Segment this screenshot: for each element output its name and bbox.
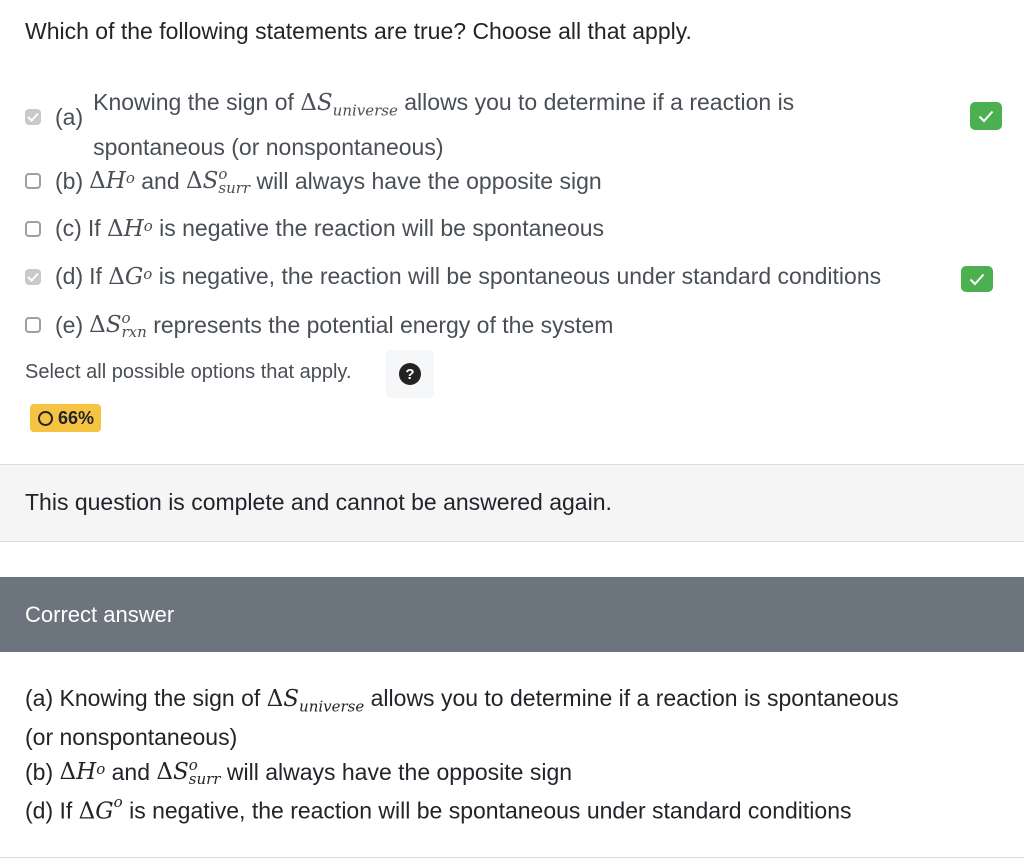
option-d-letter: (d) [55,263,84,289]
option-e-sub: rxn [121,323,147,341]
correct-answer-b-pre: (b) [25,758,60,785]
option-a-text-pre: Knowing the sign of [93,89,301,115]
correct-answer-a-line2: (or nonspontaneous) [25,724,238,750]
correct-answer-d: (d) If ΔGo is negative, the reaction wil… [25,793,852,825]
correct-answer-d-pre: (d) If [25,797,79,824]
correct-answer-b: (b) ΔHo and Δ So surr will always have the… [25,756,573,788]
option-a-letter: (a) [55,104,84,130]
option-e-checkbox[interactable] [25,317,41,333]
correct-answer-title: Correct answer [25,602,175,627]
circle-icon [38,410,53,426]
help-button[interactable]: ? [386,350,434,398]
option-a-subscript: universe [332,101,398,120]
option-c-text-pre: If [87,215,107,241]
option-a-text-line2: spontaneous (or nonspontaneous) [93,133,444,160]
check-icon [978,110,994,122]
option-e[interactable]: (e) Δ So rxn represents the potential ener… [25,311,614,341]
completion-banner: This question is complete and cannot be … [0,464,1024,542]
check-icon [27,112,39,122]
correct-answer-d-post: is negative, the reaction will be sponta… [122,797,852,824]
completion-message: This question is complete and cannot be … [25,489,612,515]
check-icon [27,272,39,282]
option-c[interactable]: (c) If ΔHo is negative the reaction will… [25,215,604,242]
correct-answer-header: Correct answer [0,577,1024,652]
option-b-symbol-2: S [202,168,219,194]
option-c-sup: o [143,216,153,235]
select-hint: Select all possible options that apply. [25,361,352,383]
option-d-text-post: is negative, the reaction will be sponta… [152,263,882,289]
option-d-correct-badge [961,266,993,292]
question-prompt: Which of the following statements are tr… [25,18,692,44]
correct-answer-b-post: will always have the opposite sign [220,758,573,785]
option-b-checkbox[interactable] [25,173,41,189]
check-icon [969,273,985,285]
option-b-mid: and [134,167,186,194]
option-a-correct-badge [970,102,1002,130]
option-c-checkbox[interactable] [25,220,41,237]
option-d[interactable]: (d) If ΔGo is negative, the reaction wil… [25,263,881,290]
option-a-text-post: allows you to determine if a reaction is [397,89,795,115]
option-c-text-post: is negative the reaction will be spontan… [152,215,605,241]
option-e-symbol: S [105,312,122,338]
option-b-sub-2: surr [218,179,251,197]
option-e-letter: (e) [55,311,84,338]
option-d-symbol: G [124,263,144,290]
option-a[interactable]: (a) Knowing the sign of ΔSuniverse allow… [25,84,794,165]
correct-answer-body: (a) Knowing the sign of ΔSuniverse allow… [0,652,1024,858]
option-b[interactable]: (b) ΔHo and Δ So surr will always have the… [25,167,602,197]
option-c-letter: (c) [55,215,82,241]
option-a-symbol: S [316,90,333,116]
option-d-checkbox[interactable] [25,268,41,285]
correct-answer-a-pre: (a) Knowing the sign of [25,685,267,711]
option-b-text-post: will always have the opposite sign [250,167,602,194]
correct-answer-a: (a) Knowing the sign of ΔSuniverse allow… [25,685,899,716]
option-b-letter: (b) [55,167,84,194]
option-e-text-post: represents the potential energy of the s… [146,311,614,338]
option-b-symbol-1: H [105,168,126,194]
option-a-checkbox[interactable] [25,109,41,125]
score-value: 66% [58,407,95,428]
option-b-sup-1: o [125,169,135,187]
score-badge: 66% [30,404,102,432]
option-d-sup: o [143,264,153,283]
option-d-text-pre: If [89,263,109,289]
correct-answer-b-mid: and [105,758,157,785]
question-circle-icon: ? [399,363,421,385]
option-c-symbol: H [123,215,144,242]
correct-answer-a-post: allows you to determine if a reaction is… [364,685,899,711]
